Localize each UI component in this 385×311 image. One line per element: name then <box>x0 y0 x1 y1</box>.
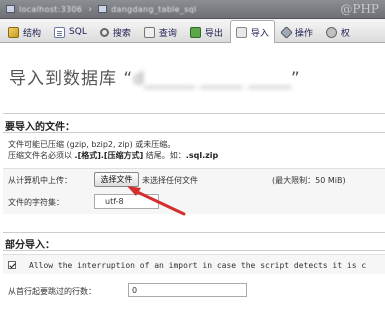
section-divider <box>3 132 385 133</box>
privileges-icon <box>325 26 337 38</box>
tab-privileges-label: 权 <box>340 28 350 39</box>
tab-sql-label: SQL <box>69 27 87 37</box>
breadcrumb-server-label: localhost:3306 <box>19 4 83 14</box>
section-divider <box>3 113 385 114</box>
allow-interrupt-checkbox[interactable] <box>8 261 16 269</box>
query-icon <box>143 26 155 38</box>
choose-file-button[interactable]: 选择文件 <box>94 172 139 187</box>
filename-note-mid: 结尾。如： <box>143 151 186 160</box>
tab-structure-label: 结构 <box>23 28 42 39</box>
server-icon <box>6 5 15 13</box>
tab-structure[interactable]: 结构 <box>2 21 47 42</box>
search-icon <box>99 27 109 37</box>
section-divider <box>3 250 385 251</box>
tab-export[interactable]: 导出 <box>184 21 229 42</box>
sql-icon <box>54 26 66 38</box>
partial-section-legend: 部分导入： <box>5 240 55 251</box>
operations-icon <box>280 25 293 39</box>
filename-note-format: .[格式].[压缩方式] <box>74 151 144 160</box>
tab-export-label: 导出 <box>204 28 223 39</box>
charset-select[interactable]: utf-8 <box>94 194 159 209</box>
breadcrumb-database[interactable]: dangdang_table_sql <box>94 2 200 17</box>
tab-bar: 结构 SQL 搜索 查询 导出 导入 操作 权 <box>0 19 385 43</box>
upload-label: 从计算机中上传： <box>8 176 72 185</box>
page-title: 导入到数据库 “d______ _____ _____” <box>9 64 301 89</box>
import-icon <box>235 26 247 38</box>
breadcrumb-separator: › <box>88 3 93 15</box>
tab-import[interactable]: 导入 <box>229 20 275 43</box>
tab-query[interactable]: 查询 <box>138 21 183 42</box>
section-divider <box>3 232 385 233</box>
page-title-prefix: 导入到数据库 “ <box>9 69 134 89</box>
breadcrumb: localhost:3306 › dangdang_table_sql @PHP <box>0 0 385 19</box>
tab-operations-label: 操作 <box>294 28 313 39</box>
compression-note: 文件可能已压缩 (gzip, bzip2, zip) 或未压缩。 <box>8 140 176 149</box>
breadcrumb-server[interactable]: localhost:3306 <box>2 2 86 17</box>
page-title-db-name: d______ _____ _____ <box>133 69 291 89</box>
max-size-text: (最大限制：50 MiB) <box>272 176 346 185</box>
tab-sql[interactable]: SQL <box>48 21 93 42</box>
tab-import-label: 导入 <box>250 28 269 39</box>
structure-icon <box>8 26 19 38</box>
tab-search[interactable]: 搜索 <box>94 21 137 42</box>
skip-rows-label: 从首行起要跳过的行数： <box>8 287 96 296</box>
file-section-legend: 要导入的文件： <box>5 122 75 133</box>
no-file-chosen-text: 未选择任何文件 <box>142 176 198 185</box>
database-icon <box>98 5 108 13</box>
tab-query-label: 查询 <box>158 28 177 39</box>
filename-note-example: .sql.zip <box>185 151 219 160</box>
page-title-suffix: ” <box>290 69 301 89</box>
watermark-logo: @PHP <box>340 2 379 16</box>
breadcrumb-database-label: dangdang_table_sql <box>111 4 197 14</box>
skip-rows-input[interactable]: 0 <box>128 283 247 297</box>
tab-operations[interactable]: 操作 <box>276 21 319 42</box>
charset-label: 文件的字符集： <box>8 198 64 207</box>
tab-search-label: 搜索 <box>112 28 131 39</box>
filename-note: 压缩文件名必须以 .[格式].[压缩方式] 结尾。如：.sql.zip <box>8 150 218 161</box>
allow-interrupt-label: Allow the interruption of an import in c… <box>29 261 367 270</box>
tab-privileges[interactable]: 权 <box>320 21 356 42</box>
export-icon <box>189 26 201 38</box>
filename-note-prefix: 压缩文件名必须以 <box>8 151 75 160</box>
